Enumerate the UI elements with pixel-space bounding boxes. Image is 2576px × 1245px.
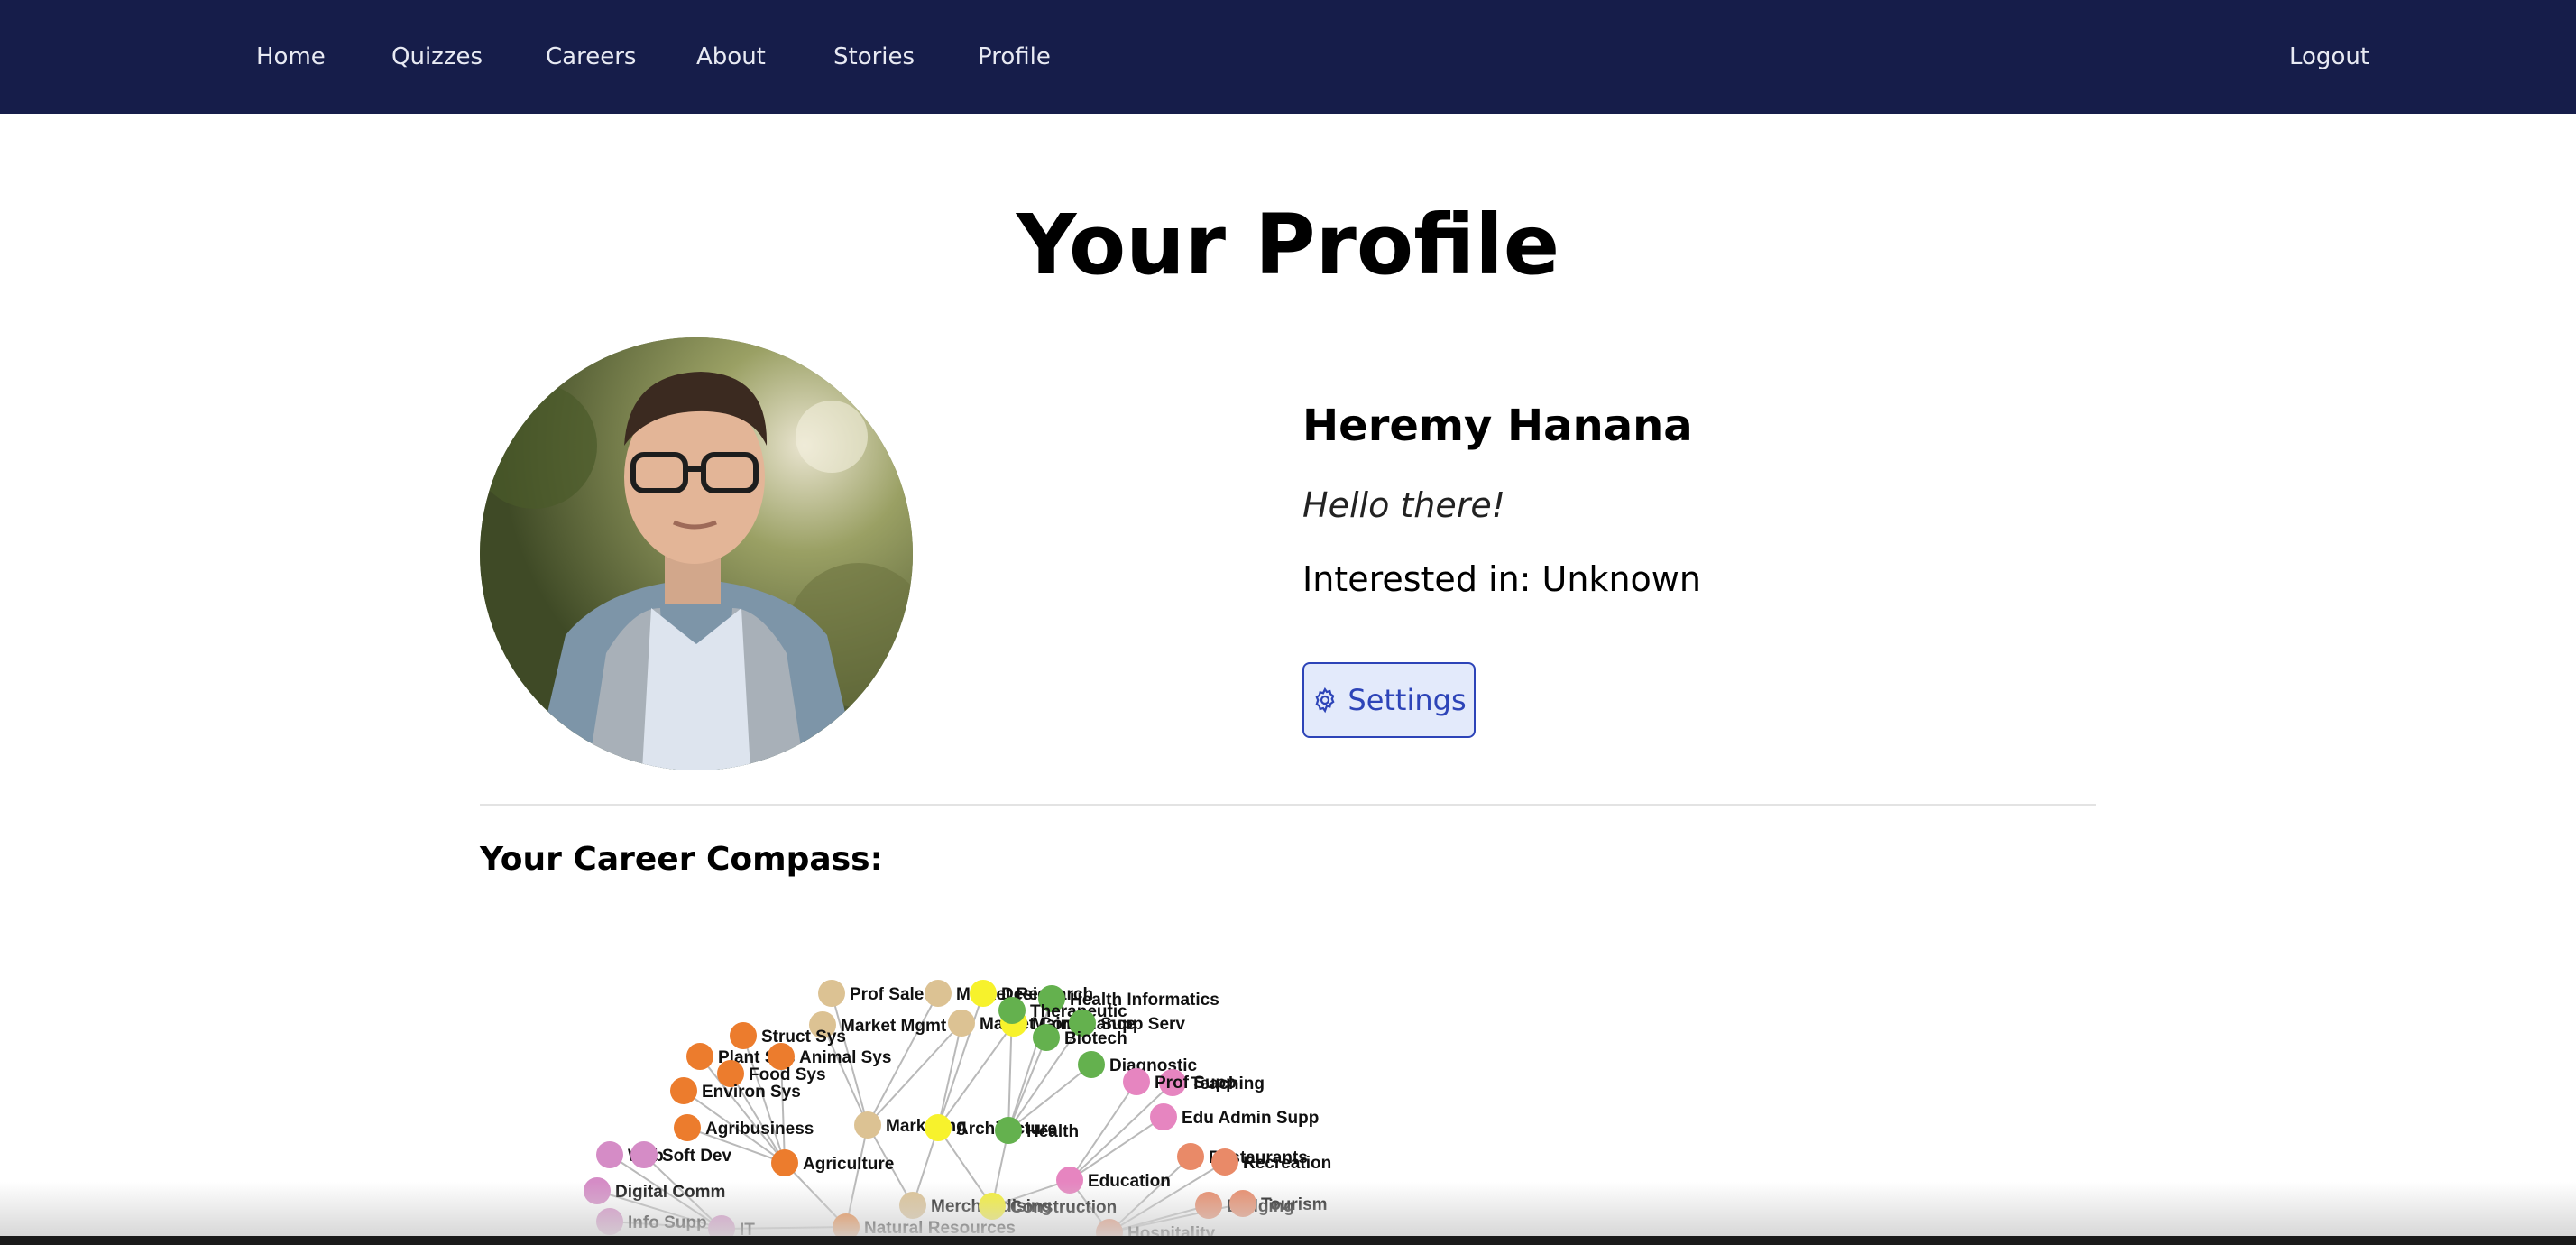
graph-node-circle [596,1141,623,1168]
graph-node-edu-admin-supp[interactable]: Edu Admin Supp [1150,1103,1319,1130]
graph-node-circle [670,1077,697,1104]
graph-node-circle [1078,1051,1105,1078]
profile-name: Heremy Hanana [1302,401,1693,451]
graph-node-circle [970,980,997,1007]
section-divider [480,804,2096,806]
graph-node-soft-dev[interactable]: Soft Dev [630,1141,732,1168]
graph-node-circle [818,980,845,1007]
nav-link-quizzes[interactable]: Quizzes [391,40,483,74]
graph-node-circle [1033,1024,1060,1051]
career-compass-graph: MarketingProf SalesMarket MgmtMarket Res… [584,980,1331,1245]
graph-node-label: Environ Sys [702,1083,801,1102]
nav-link-about[interactable]: About [696,40,766,74]
graph-node-circle [948,1010,975,1037]
graph-node-circle [1211,1148,1238,1176]
graph-edge-education-edu-admin-supp [1069,1116,1164,1181]
graph-node-label: Soft Dev [662,1147,732,1166]
graph-node-label: Market Mgmt [841,1017,947,1036]
graph-node-circle [854,1111,881,1139]
graph-node-label: Food Sys [749,1065,826,1084]
graph-node-label: Agriculture [803,1155,894,1174]
graph-edge-education-prof-supp [1069,1081,1137,1181]
graph-node-circle [995,1117,1022,1144]
profile-interest: Interested in: Unknown [1302,559,1701,599]
graph-node-label: Edu Admin Supp [1182,1109,1319,1128]
graph-node-circle [686,1043,713,1070]
graph-node-label: Animal Sys [799,1048,891,1067]
graph-node-label: Biotech [1064,1029,1127,1048]
graph-node-circle [1123,1068,1150,1095]
window-bottom-edge [0,1236,2576,1245]
page-title: Your Profile [1016,197,1560,293]
nav-link-careers[interactable]: Careers [546,40,636,74]
graph-node-label: Health [1026,1122,1079,1141]
graph-node-prof-sales[interactable]: Prof Sales [818,980,934,1007]
graph-node-circle [730,1022,757,1049]
nav-link-home[interactable]: Home [256,40,326,74]
graph-node-agribusiness[interactable]: Agribusiness [674,1114,814,1141]
graph-node-circle [1150,1103,1177,1130]
graph-node-circle [630,1141,658,1168]
graph-node-label: Prof Sales [850,985,934,1004]
graph-edge-health-biotech [1007,1037,1047,1131]
graph-node-label: Prof Supp [1155,1074,1237,1093]
graph-node-circle [925,980,952,1007]
settings-button[interactable]: Settings [1302,662,1476,738]
graph-edge-marketing-market-comm [867,1022,962,1126]
page-bottom-shadow [0,1182,2576,1238]
top-navbar: Home Quizzes Careers About Stories Profi… [0,0,2576,114]
logout-link[interactable]: Logout [2289,40,2369,74]
nav-link-stories[interactable]: Stories [833,40,915,74]
graph-node-label: Struct Sys [761,1028,846,1047]
graph-node-agriculture[interactable]: Agriculture [771,1149,894,1176]
avatar [480,337,913,770]
graph-edge-architecture-market-comm [937,1022,962,1129]
graph-node-circle [925,1114,952,1141]
graph-node-label: Diagnostic [1109,1056,1198,1075]
profile-greeting: Hello there! [1302,485,1505,525]
graph-edge-architecture-arch-maintenance [937,1022,1015,1129]
graph-edge-education-teaching [1069,1082,1173,1181]
career-compass-heading: Your Career Compass: [480,841,883,878]
gear-icon [1315,687,1335,714]
graph-node-circle [771,1149,798,1176]
graph-node-circle [674,1114,701,1141]
graph-node-circle [1177,1143,1204,1170]
graph-node-circle [998,997,1026,1024]
settings-label: Settings [1348,683,1467,717]
graph-node-label: Agribusiness [705,1120,814,1139]
graph-node-label: Recreation [1243,1154,1331,1173]
nav-link-profile[interactable]: Profile [978,40,1051,74]
